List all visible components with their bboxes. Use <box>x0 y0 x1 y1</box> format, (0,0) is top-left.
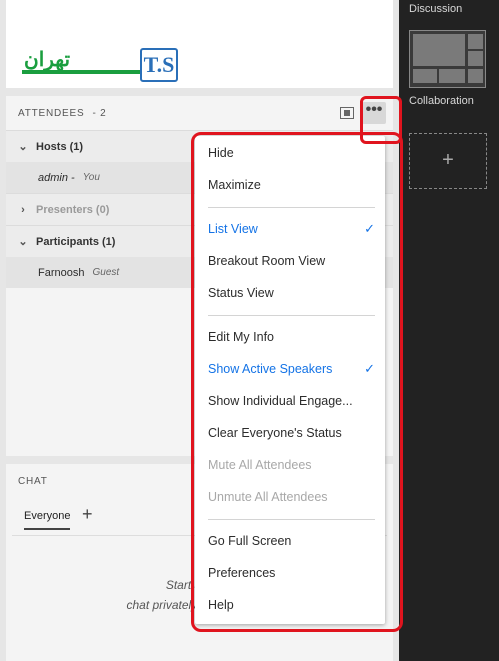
logo-underline <box>22 70 140 74</box>
layout-label-discussion: Discussion <box>409 3 463 15</box>
chat-title: CHAT <box>18 476 48 487</box>
chevron-down-icon: ⌄ <box>18 236 28 248</box>
group-label: Hosts (1) <box>36 140 84 153</box>
add-layout-button[interactable]: + <box>409 133 487 189</box>
attendees-title: ATTENDEES <box>18 107 85 119</box>
chat-tab-everyone[interactable]: Everyone <box>24 510 71 530</box>
layouts-sidebar: Discussion Collaboration + <box>399 0 499 661</box>
logo-text: تهران <box>24 49 71 71</box>
attendee-name: Farnoosh <box>38 266 85 279</box>
logo-ts-mark: T.S <box>140 48 178 82</box>
fit-screen-icon[interactable] <box>340 107 354 119</box>
share-pod: تهران T.S <box>6 0 393 88</box>
group-label: Participants (1) <box>36 235 116 248</box>
add-chat-tab-button[interactable]: + <box>82 504 93 525</box>
chevron-right-icon: › <box>21 203 25 216</box>
layout-label-collaboration: Collaboration <box>409 95 474 107</box>
attendee-role: Guest <box>92 267 120 278</box>
attendee-role: You <box>82 172 100 183</box>
group-label: Presenters (0) <box>36 203 110 216</box>
attendees-header: ATTENDEES - 2 <box>6 96 393 130</box>
highlight-menu <box>191 132 403 632</box>
attendee-name: admin - <box>38 171 75 184</box>
layout-thumbnail[interactable] <box>409 30 486 88</box>
attendees-count: - 2 <box>92 107 107 119</box>
chevron-down-icon: ⌄ <box>18 141 28 153</box>
logo: تهران T.S <box>20 46 180 82</box>
